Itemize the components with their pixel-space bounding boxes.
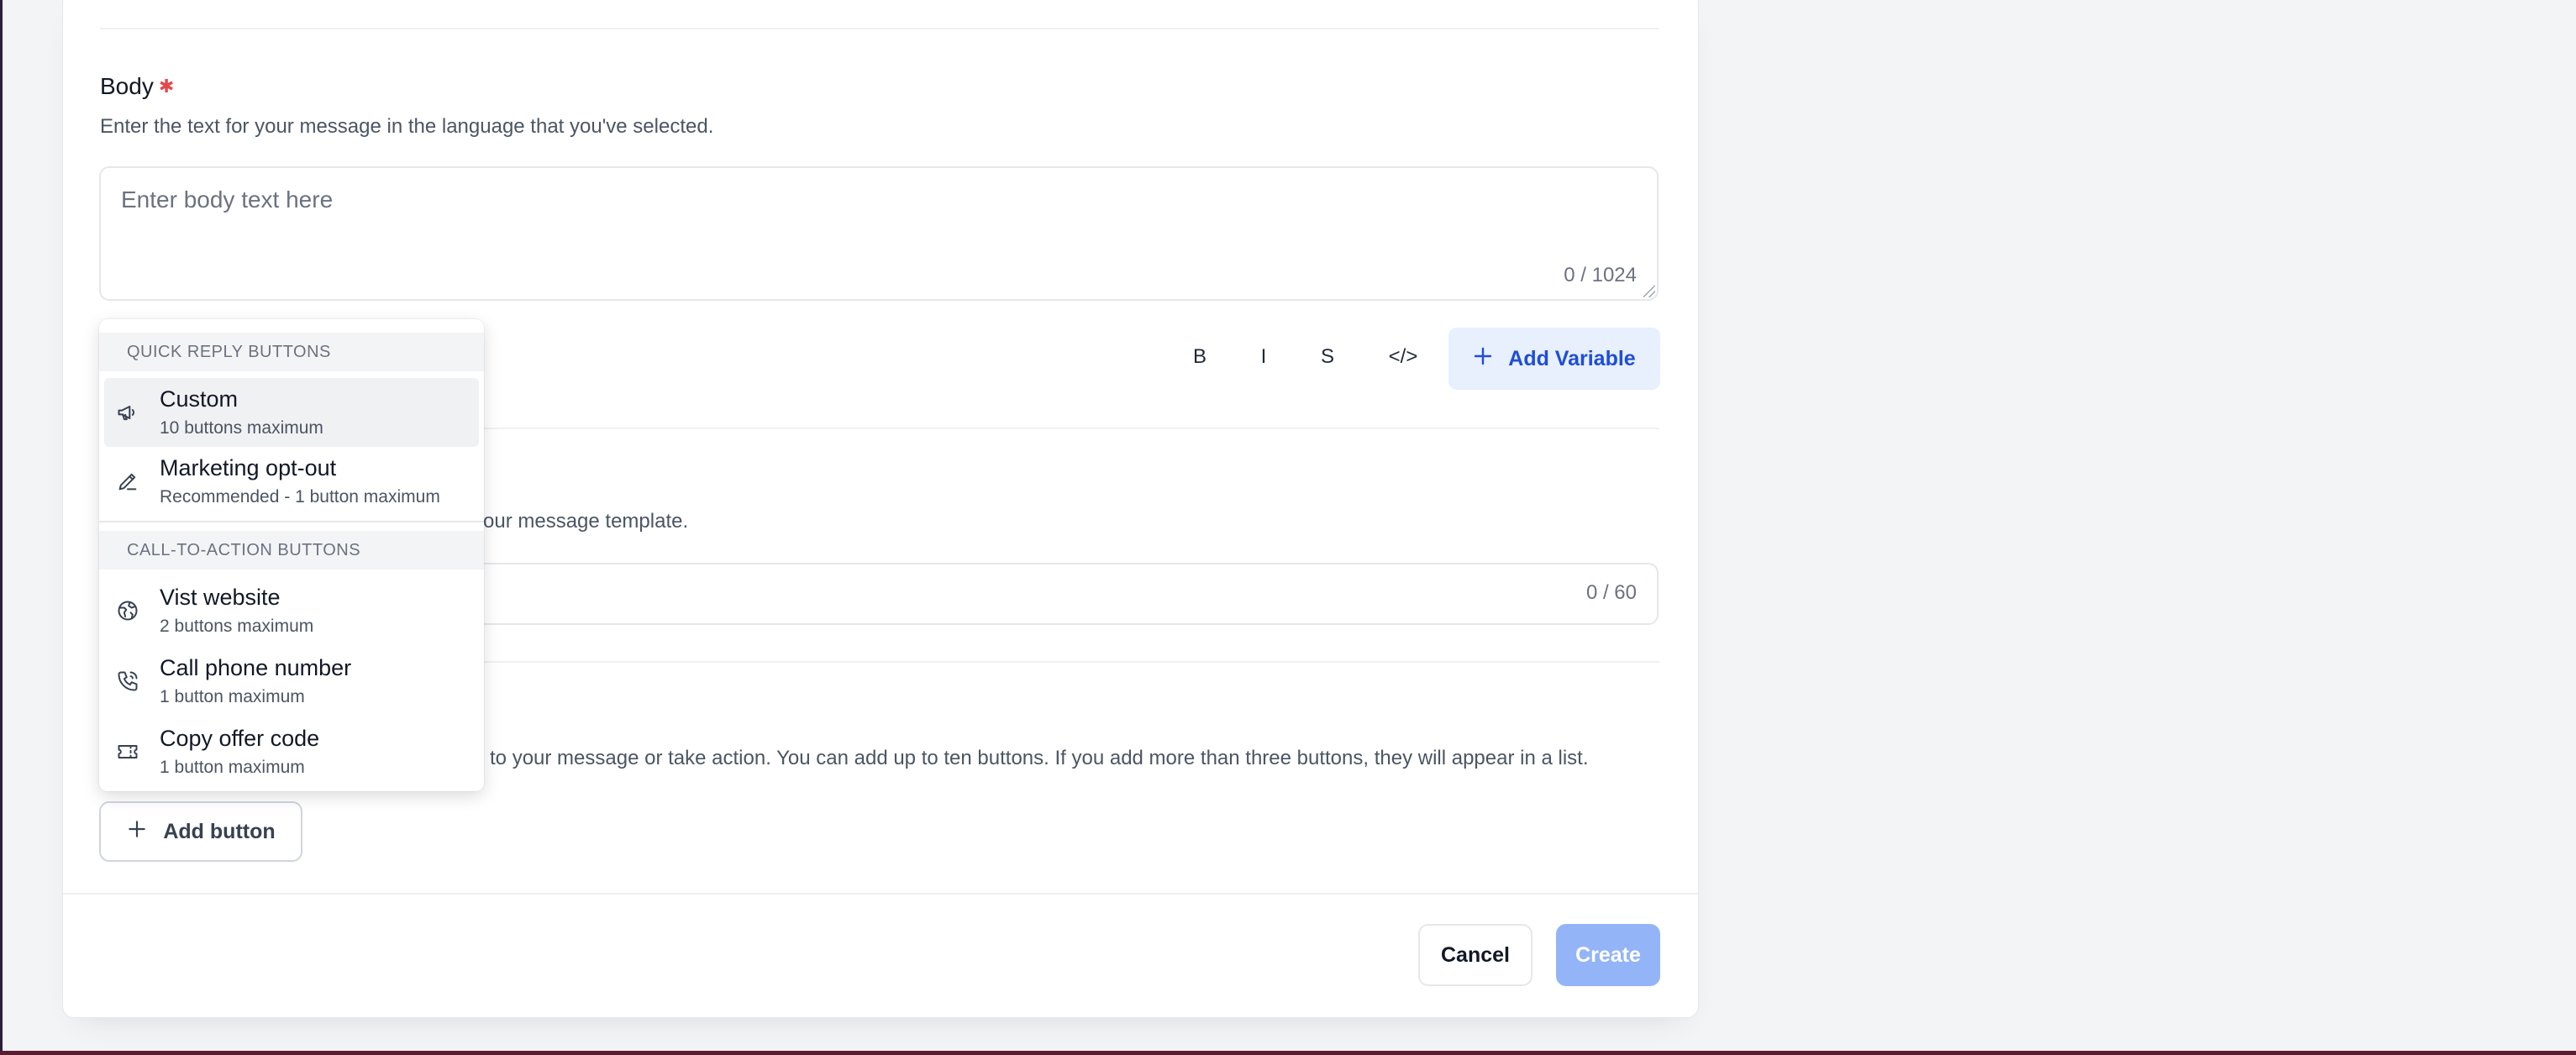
menu-item-sublabel: 1 button maximum (160, 758, 305, 777)
menu-item-sublabel: 10 buttons maximum (160, 418, 323, 438)
menu-item-label: Call phone number (160, 655, 352, 680)
menu-item-custom[interactable]: Custom 10 buttons maximum (104, 378, 479, 447)
menu-item-marketing-opt-out[interactable]: Marketing opt-out Recommended - 1 button… (104, 447, 479, 516)
resize-handle[interactable] (1643, 286, 1655, 297)
body-placeholder: Enter body text here (121, 186, 334, 213)
phone-icon (116, 669, 139, 693)
actions-divider (63, 893, 1698, 895)
megaphone-icon (116, 401, 139, 424)
plus-icon (1473, 346, 1493, 372)
menu-item-label: Marketing opt-out (160, 455, 337, 480)
strikethrough-button[interactable]: S (1311, 334, 1344, 380)
menu-item-visit-website[interactable]: Vist website 2 buttons maximum (104, 576, 479, 645)
add-variable-button[interactable]: Add Variable (1448, 328, 1660, 390)
cta-header: CALL-TO-ACTION BUTTONS (99, 531, 484, 569)
top-divider (100, 28, 1659, 29)
menu-item-label: Vist website (160, 585, 281, 610)
cancel-button[interactable]: Cancel (1418, 924, 1532, 986)
button-type-dropdown: QUICK REPLY BUTTONS Custom 10 buttons ma… (99, 319, 484, 791)
quick-reply-header: QUICK REPLY BUTTONS (99, 333, 484, 371)
ticket-icon (116, 740, 139, 764)
pen-icon (116, 470, 139, 493)
menu-item-copy-offer-code[interactable]: Copy offer code 1 button maximum (104, 717, 479, 786)
menu-item-call-phone[interactable]: Call phone number 1 button maximum (104, 647, 479, 716)
menu-separator (99, 521, 484, 522)
add-button[interactable]: Add button (99, 801, 302, 862)
menu-item-sublabel: Recommended - 1 button maximum (160, 487, 440, 507)
body-description: Enter the text for your message in the l… (100, 115, 714, 138)
globe-icon (116, 599, 139, 622)
footer-description: your message template. (473, 510, 689, 533)
required-asterisk: ✱ (158, 76, 175, 97)
window-bottom-edge (0, 1051, 2576, 1055)
bold-button[interactable]: B (1181, 334, 1218, 380)
menu-item-sublabel: 1 button maximum (160, 687, 305, 706)
create-button[interactable]: Create (1556, 924, 1660, 986)
plus-icon (126, 818, 148, 846)
add-variable-label: Add Variable (1508, 346, 1636, 370)
body-char-counter: 0 / 1024 (1564, 264, 1637, 286)
menu-item-label: Custom (160, 386, 239, 412)
code-button[interactable]: </> (1378, 334, 1428, 380)
menu-item-sublabel: 2 buttons maximum (160, 617, 314, 636)
body-text-input[interactable]: Enter body text here 0 / 1024 (99, 166, 1659, 301)
buttons-description: d to your message or take action. You ca… (473, 747, 1589, 769)
footer-char-counter: 0 / 60 (1585, 581, 1637, 604)
window-left-edge (0, 0, 3, 1055)
italic-button[interactable]: I (1247, 334, 1280, 380)
add-button-label: Add button (163, 819, 276, 843)
menu-item-label: Copy offer code (160, 726, 320, 751)
body-title: Body ✱ (100, 73, 175, 99)
